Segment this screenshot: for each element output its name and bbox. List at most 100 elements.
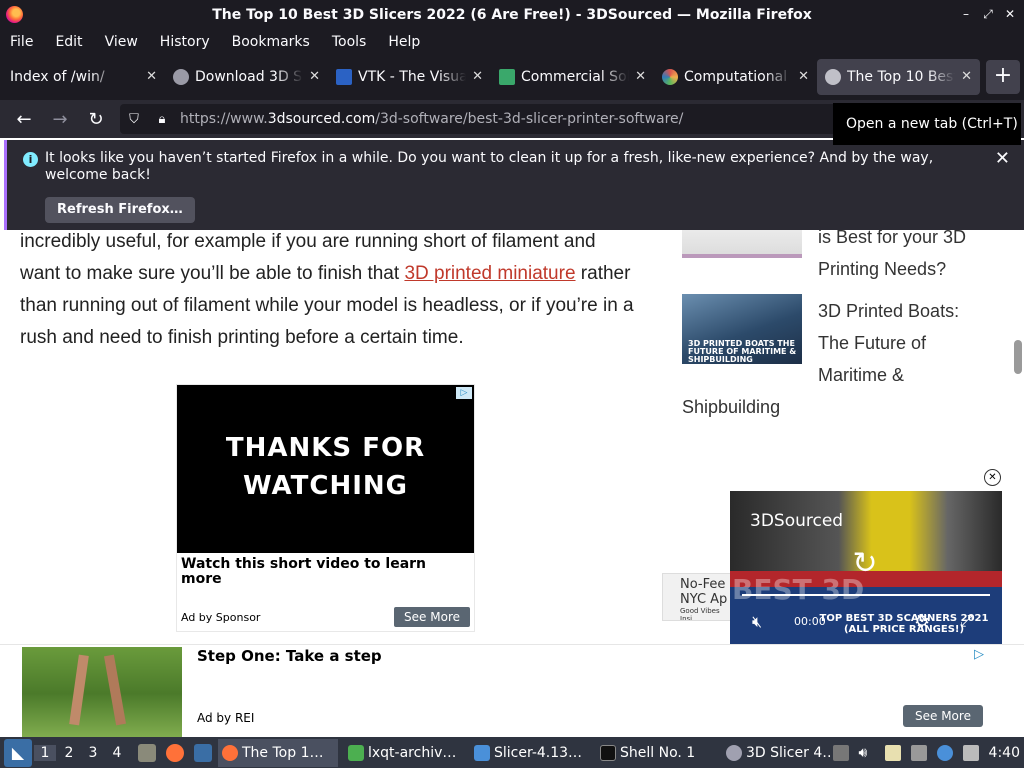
network-icon[interactable]: [910, 744, 927, 761]
notification-message: It looks like you haven’t started Firefo…: [45, 150, 934, 183]
menu-help[interactable]: Help: [388, 34, 420, 50]
workspace-4[interactable]: 4: [106, 745, 128, 761]
menu-edit[interactable]: Edit: [55, 34, 82, 50]
menu-history[interactable]: History: [160, 34, 210, 50]
url-bar[interactable]: ⛉ 🔒︎ https://www.3dsourced.com/3d-softwa…: [120, 104, 880, 134]
url-prefix: https://www.: [180, 111, 268, 127]
close-tab-icon[interactable]: ✕: [472, 69, 483, 84]
tab-label: Computational Imaging: [684, 69, 792, 85]
small-ad-text: No-Fee: [680, 577, 726, 592]
tab-label: Commercial Solutions: [521, 69, 629, 85]
ad-sponsor: Ad by REI: [197, 711, 255, 725]
adchoices-icon[interactable]: ▷: [974, 647, 984, 662]
folder-icon: [474, 744, 490, 761]
archive-icon: [348, 744, 364, 761]
file-manager-icon[interactable]: [138, 743, 156, 762]
menu-bookmarks[interactable]: Bookmarks: [232, 34, 310, 50]
task-folder[interactable]: Slicer-4.13…: [470, 739, 590, 767]
url-text[interactable]: https://www.3dsourced.com/3d-software/be…: [180, 111, 683, 127]
close-tab-icon[interactable]: ✕: [961, 69, 972, 84]
ad-image[interactable]: [22, 647, 182, 737]
back-button[interactable]: ←: [6, 109, 42, 130]
new-tab-button[interactable]: +: [986, 60, 1020, 94]
ad-headline[interactable]: Watch this short video to learn more: [181, 557, 461, 587]
ad-overlay-text: THANKS FOR: [225, 433, 426, 463]
sidebar-item-boats[interactable]: 3D Printed Boats: The Future of Maritime…: [682, 295, 982, 423]
firefox-launcher-icon[interactable]: [166, 743, 184, 762]
ad-sponsor: Ad by Sponsor: [181, 611, 261, 624]
video-ad[interactable]: THANKS FOR WATCHING ▷ Watch this short v…: [176, 384, 475, 632]
close-tab-icon[interactable]: ✕: [309, 69, 320, 84]
ad-video-frame[interactable]: THANKS FOR WATCHING: [177, 385, 474, 553]
menu-view[interactable]: View: [105, 34, 138, 50]
close-notification-icon[interactable]: ✕: [995, 148, 1010, 169]
adchoices-icon[interactable]: ▷: [456, 387, 472, 399]
display-icon[interactable]: [962, 744, 979, 761]
tab-commercial-solutions[interactable]: Commercial Solutions ✕: [491, 59, 654, 95]
task-firefox[interactable]: The Top 1…: [218, 738, 338, 767]
volume-icon[interactable]: 🔊︎: [859, 745, 875, 761]
close-window-button[interactable]: ✕: [1002, 5, 1018, 23]
mute-icon[interactable]: 🔇︎: [752, 612, 762, 632]
firefox-icon: [222, 744, 238, 761]
workspace-2[interactable]: 2: [58, 745, 80, 761]
new-tab-tooltip: Open a new tab (Ctrl+T): [833, 103, 1021, 145]
floating-video-player[interactable]: BEST 3D TOP BEST 3D SCANNERS 2021 (ALL P…: [730, 491, 1002, 644]
refresh-firefox-button[interactable]: Refresh Firefox…: [45, 197, 195, 223]
slicer-icon: [726, 744, 742, 761]
tab-vtk[interactable]: VTK - The Visualization Toolkit ✕: [328, 59, 491, 95]
info-icon: i: [23, 152, 38, 167]
reload-button[interactable]: ↻: [78, 109, 114, 130]
bottom-ad-banner[interactable]: Step One: Take a step Ad by REI ▷ See Mo…: [0, 644, 1024, 737]
workspace-3[interactable]: 3: [82, 745, 104, 761]
tab-download-3d-slicer[interactable]: Download 3D Slicer ✕: [165, 59, 328, 95]
task-shell[interactable]: Shell No. 1: [596, 739, 716, 767]
tab-3d-slicers[interactable]: The Top 10 Best 3D Slicers ✕: [817, 59, 980, 95]
tab-computational-imaging[interactable]: Computational Imaging ✕: [654, 59, 817, 95]
tab-bar: Index of /win/ ✕ Download 3D Slicer ✕ VT…: [0, 54, 1024, 100]
firefox-logo-icon: [6, 6, 23, 23]
small-ad[interactable]: No-Fee NYC Ap Good Vibes Insi: [662, 573, 732, 621]
firefox-refresh-notification: i It looks like you haven’t started Fire…: [4, 140, 1024, 230]
clipboard-icon[interactable]: [884, 744, 901, 761]
url-path: /3d-software/best-3d-slicer-printer-soft…: [375, 111, 684, 127]
maximize-button[interactable]: ⤢: [980, 5, 996, 23]
close-video-icon[interactable]: ✕: [984, 469, 1001, 486]
ad-headline[interactable]: Step One: Take a step: [197, 647, 382, 665]
see-more-button[interactable]: See More: [394, 607, 470, 627]
clock[interactable]: 4:40: [989, 745, 1020, 761]
desktop-icon[interactable]: [194, 743, 212, 762]
gear-icon[interactable]: ⚙: [914, 611, 930, 632]
start-menu-icon[interactable]: ◣: [4, 738, 32, 767]
small-ad-text: NYC Ap: [680, 592, 728, 607]
task-archiver[interactable]: lxqt-archiv…: [344, 739, 464, 767]
notification-icon[interactable]: [936, 744, 953, 761]
updates-icon[interactable]: [832, 744, 849, 761]
replay-icon[interactable]: ↻: [848, 547, 882, 581]
page-content: incredibly useful, for example if you ar…: [0, 230, 1024, 737]
close-tab-icon[interactable]: ✕: [146, 69, 157, 84]
close-tab-icon[interactable]: ✕: [635, 69, 646, 84]
task-3d-slicer[interactable]: 3D Slicer 4…: [722, 739, 842, 767]
sidebar-link[interactable]: is Best for your 3D Printing Needs?: [818, 230, 998, 285]
shield-icon[interactable]: ⛉: [120, 112, 148, 127]
menu-tools[interactable]: Tools: [332, 34, 367, 50]
see-more-button[interactable]: See More: [903, 705, 983, 727]
video-progress-bar[interactable]: [742, 594, 990, 596]
page-scrollbar[interactable]: [1014, 340, 1022, 374]
minimize-button[interactable]: –: [958, 5, 974, 23]
task-label: Slicer-4.13…: [494, 744, 583, 761]
tab-index-win[interactable]: Index of /win/ ✕: [2, 59, 165, 95]
miniature-link[interactable]: 3D printed miniature: [404, 263, 575, 284]
workspace-1[interactable]: 1: [34, 744, 56, 761]
task-label: Shell No. 1: [620, 744, 696, 761]
lock-icon[interactable]: 🔒︎: [148, 112, 176, 127]
close-tab-icon[interactable]: ✕: [798, 69, 809, 84]
terminal-icon: [600, 744, 616, 761]
fullscreen-icon[interactable]: ⤢: [960, 611, 973, 631]
forward-button[interactable]: →: [42, 109, 78, 130]
sidebar-thumbnail[interactable]: [682, 230, 802, 258]
3dsourced-logo-icon: [825, 69, 841, 85]
system-tray: 🔊︎ 4:40: [832, 737, 1020, 768]
menu-file[interactable]: File: [10, 34, 33, 50]
